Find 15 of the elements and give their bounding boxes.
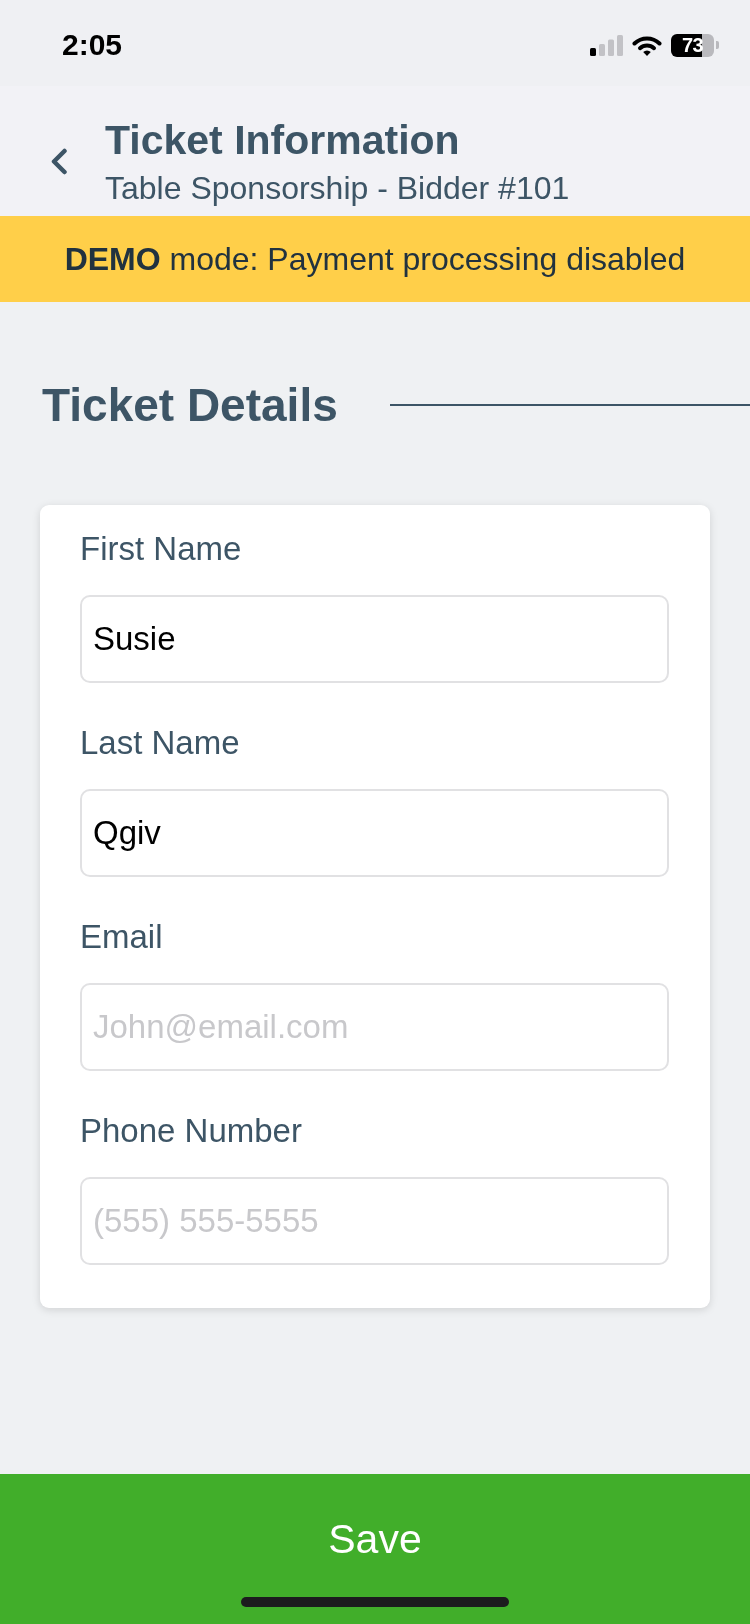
field-label: Email bbox=[80, 917, 163, 957]
back-button[interactable] bbox=[50, 148, 68, 175]
back-icon bbox=[50, 148, 68, 175]
field-label: Phone Number bbox=[80, 1111, 302, 1151]
signal-icon bbox=[590, 34, 623, 56]
field-label: Last Name bbox=[80, 723, 240, 763]
status-time: 2:05 bbox=[62, 27, 123, 63]
input-field[interactable]: Susie bbox=[80, 595, 669, 683]
field-label: First Name bbox=[80, 529, 242, 569]
page-title: Ticket Information bbox=[105, 117, 461, 163]
banner-message: DEMO mode: Payment processing disabled bbox=[64, 240, 686, 279]
section-title: Ticket Details bbox=[42, 379, 338, 431]
wifi-icon bbox=[632, 34, 662, 56]
input-field[interactable]: Qgiv bbox=[80, 789, 669, 877]
page-subtitle: Table Sponsorship - Bidder #101 bbox=[105, 169, 570, 208]
